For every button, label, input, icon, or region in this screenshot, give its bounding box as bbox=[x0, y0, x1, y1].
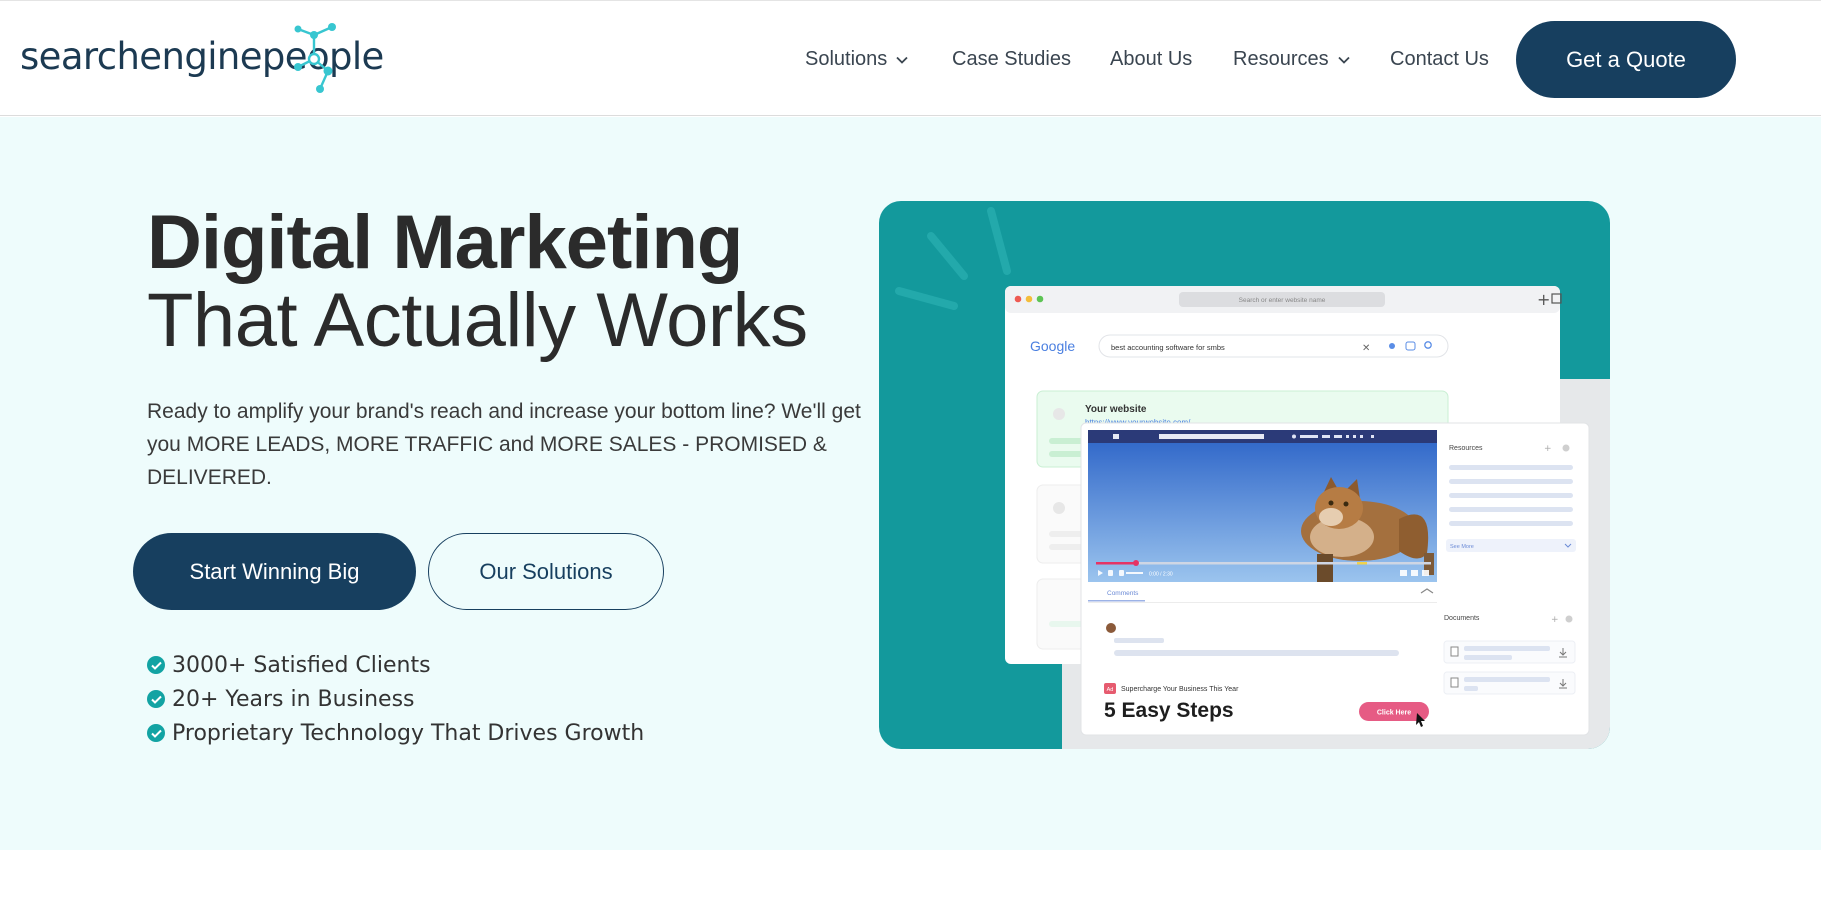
video-page-mockup: 0:00 / 2:30 Comments Ad Supercharge Your… bbox=[1080, 422, 1590, 736]
checklist-item: 20+ Years in Business bbox=[147, 682, 644, 716]
checklist-item-text: Proprietary Technology That Drives Growt… bbox=[172, 720, 645, 746]
nav-contact-us[interactable]: Contact Us bbox=[1390, 48, 1489, 71]
checklist-item-text: 3000+ Satisfied Clients bbox=[172, 652, 431, 678]
svg-text:+: + bbox=[1544, 444, 1552, 454]
sidebar-documents-heading: Documents bbox=[1444, 615, 1480, 622]
logo-molecule-icon bbox=[294, 23, 336, 93]
get-a-quote-button[interactable]: Get a Quote bbox=[1516, 21, 1736, 98]
nav-solutions-label: Solutions bbox=[805, 48, 888, 70]
comments-tab: Comments bbox=[1107, 590, 1139, 597]
video-time: 0:00 / 2:30 bbox=[1149, 572, 1173, 578]
check-circle-icon bbox=[147, 690, 165, 708]
check-circle-icon bbox=[147, 656, 165, 674]
ad-badge: Ad bbox=[1107, 687, 1114, 693]
chevron-down-icon bbox=[896, 56, 908, 64]
checklist-item-text: 20+ Years in Business bbox=[172, 686, 415, 712]
search-query-text: best accounting software for smbs bbox=[1111, 343, 1225, 352]
nav-case-studies[interactable]: Case Studies bbox=[952, 48, 1071, 71]
nav-case-studies-label: Case Studies bbox=[952, 48, 1071, 70]
site-logo[interactable]: searchenginepeople bbox=[20, 23, 384, 97]
our-solutions-button[interactable]: Our Solutions bbox=[428, 533, 664, 610]
nav-solutions[interactable]: Solutions bbox=[805, 48, 908, 71]
hero-illustration-graphic: Search or enter website name + Google be… bbox=[895, 207, 1610, 749]
checklist-item: 3000+ Satisfied Clients bbox=[147, 648, 644, 682]
hero-title-bold: Digital Marketing bbox=[147, 200, 743, 285]
result-title: Your website bbox=[1085, 404, 1147, 415]
ad-headline: 5 Easy Steps bbox=[1104, 699, 1234, 722]
google-logo: Google bbox=[1030, 338, 1075, 354]
ad-click-here-button: Click Here bbox=[1377, 710, 1411, 717]
nav-contact-us-label: Contact Us bbox=[1390, 48, 1489, 70]
hero-title-light: That Actually Works bbox=[147, 278, 808, 363]
start-winning-big-button[interactable]: Start Winning Big bbox=[133, 533, 416, 610]
nav-about-us-label: About Us bbox=[1110, 48, 1193, 70]
trust-checklist: 3000+ Satisfied Clients 20+ Years in Bus… bbox=[147, 648, 644, 750]
checklist-item: Proprietary Technology That Drives Growt… bbox=[147, 716, 644, 750]
svg-text:+: + bbox=[1537, 290, 1550, 309]
svg-text:+: + bbox=[1551, 615, 1559, 625]
site-header: searchenginepeople Solutions Case Studie… bbox=[0, 0, 1821, 116]
sidebar-see-more: See More bbox=[1450, 544, 1474, 550]
nav-resources-label: Resources bbox=[1233, 48, 1329, 70]
nav-about-us[interactable]: About Us bbox=[1110, 48, 1192, 71]
next-section-top bbox=[0, 850, 1821, 903]
check-circle-icon bbox=[147, 724, 165, 742]
sidebar-resources-heading: Resources bbox=[1449, 445, 1483, 452]
hero-section: Digital Marketing That Actually Works Re… bbox=[0, 117, 1821, 850]
hero-illustration: Search or enter website name + Google be… bbox=[879, 201, 1610, 749]
browser-address-bar: Search or enter website name bbox=[1239, 297, 1326, 304]
nav-resources[interactable]: Resources bbox=[1233, 48, 1350, 71]
svg-text:✕: ✕ bbox=[1362, 343, 1370, 354]
chevron-down-icon bbox=[1337, 56, 1350, 64]
ad-title: Supercharge Your Business This Year bbox=[1121, 686, 1239, 693]
hero-lead-text: Ready to amplify your brand's reach and … bbox=[147, 400, 861, 489]
